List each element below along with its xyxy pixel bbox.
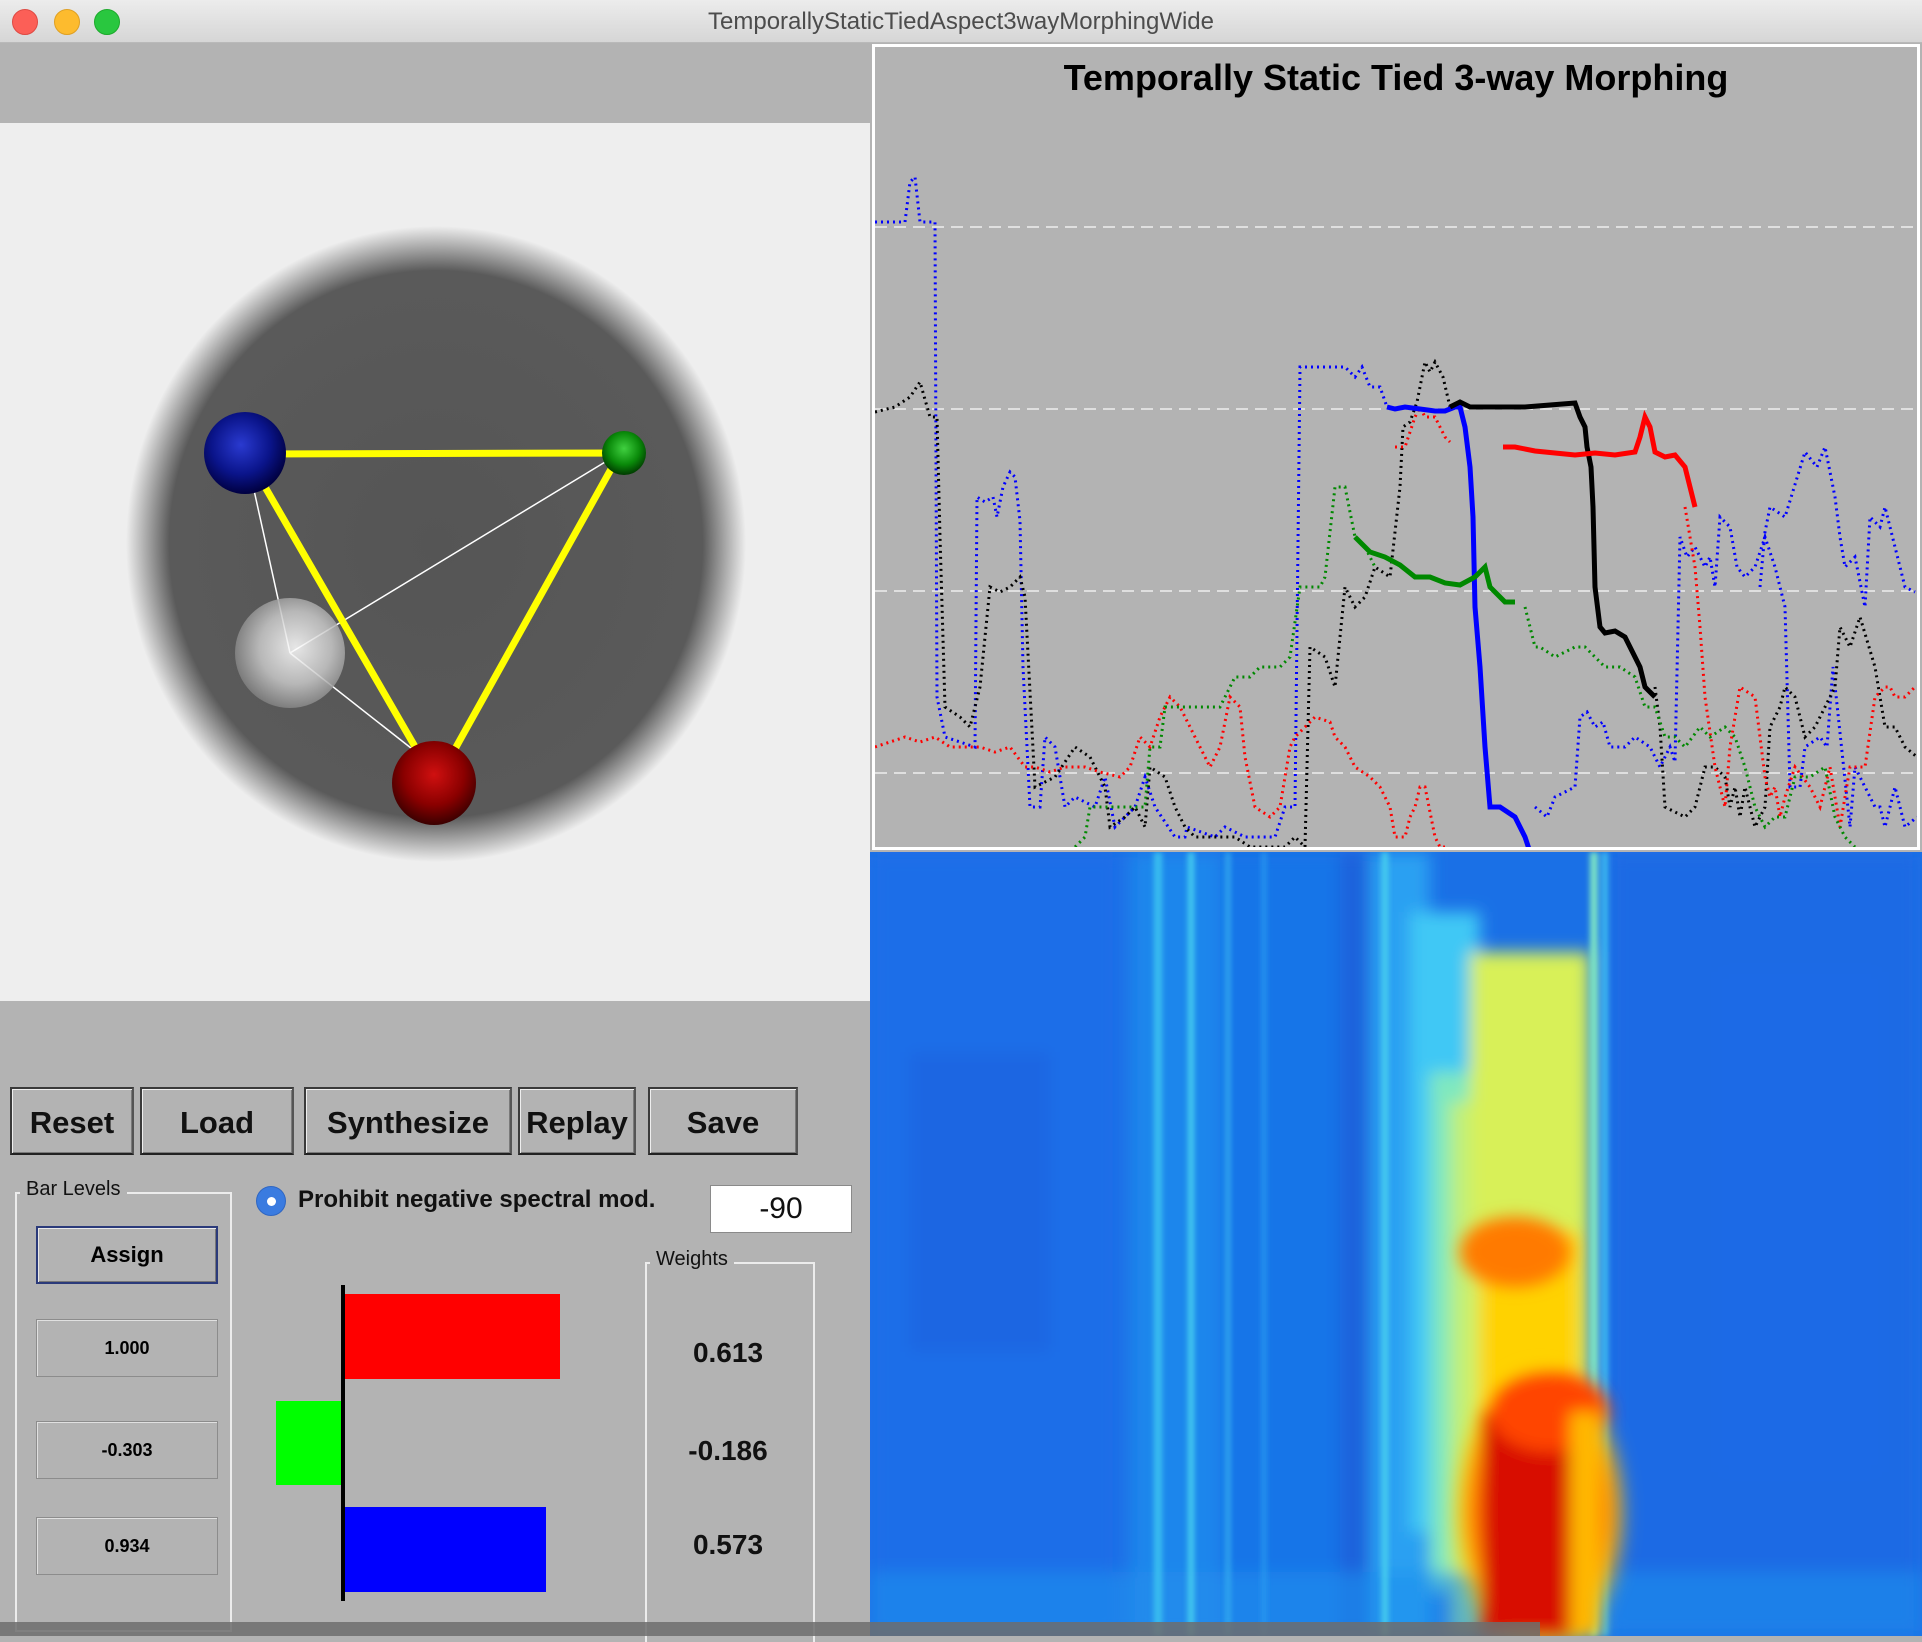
trace-blue-dotted [875,173,1389,839]
dock-edge [0,1622,1540,1636]
trace-black-dotted [875,357,1452,847]
synthesize-button[interactable]: Synthesize [304,1087,512,1155]
spectrogram-view [870,852,1922,1636]
weight-value-red: 0.613 [692,1337,764,1368]
morph-sphere-view[interactable] [0,123,870,1001]
weight-bar-red [345,1294,560,1379]
morph-sphere-canvas[interactable] [0,123,870,1001]
prohibit-negative-radio[interactable] [256,1186,286,1216]
radio-selected-dot [267,1197,276,1206]
replay-button[interactable]: Replay [518,1087,636,1155]
assign-button[interactable]: Assign [36,1226,218,1284]
weight-value-blue: 0.573 [692,1529,764,1560]
save-button[interactable]: Save [648,1087,798,1155]
blue-node[interactable] [204,412,286,494]
left-top-strip [0,43,870,123]
bar-level-field-green[interactable]: -0.303 [36,1421,218,1479]
prohibit-negative-label: Prohibit negative spectral mod. [298,1186,656,1213]
plot-canvas [875,173,1917,847]
morph-trajectory-plot: Temporally Static Tied 3-way Morphing [872,44,1920,850]
window-title-bar: TemporallyStaticTiedAspect3wayMorphingWi… [0,0,1922,43]
window-title: TemporallyStaticTiedAspect3wayMorphingWi… [708,8,1214,35]
trace-green-dotted [1073,485,1377,847]
morph-cursor-ball[interactable] [235,598,345,708]
load-button[interactable]: Load [140,1087,294,1155]
weight-value-green: -0.186 [688,1435,768,1466]
bar-level-field-red[interactable]: 1.000 [36,1319,218,1377]
bar-levels-title: Bar Levels [20,1178,127,1201]
green-node[interactable] [602,431,646,475]
spectrogram-texture [870,852,1922,1636]
weights-title: Weights [650,1248,734,1271]
weight-bar-green [275,1401,341,1485]
spectrogram-canvas [870,852,1922,1636]
red-node[interactable] [392,741,476,825]
db-floor-input[interactable]: -90 [710,1185,852,1233]
trace-green-solid [1353,535,1515,605]
bar-level-field-blue[interactable]: 0.934 [36,1517,218,1575]
weight-bar-blue [345,1507,546,1592]
trace-blue-dotted-3 [1758,441,1916,608]
trace-red-solid [1503,409,1698,508]
reset-button[interactable]: Reset [10,1087,134,1155]
trace-blue-solid [1386,404,1531,847]
